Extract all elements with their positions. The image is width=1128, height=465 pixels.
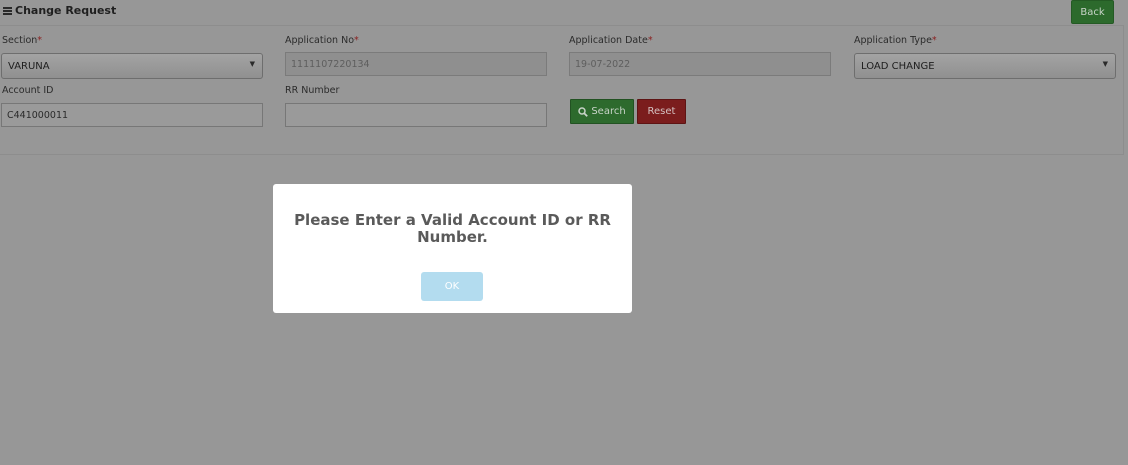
panel-header: Change Request Back <box>0 0 1124 26</box>
application-no-label-text: Application No <box>285 35 355 46</box>
section-select[interactable]: VARUNA ▼ <box>1 53 263 79</box>
menu-icon <box>3 6 12 15</box>
application-date-field[interactable]: 19-07-2022 <box>569 52 831 76</box>
required-marker: * <box>647 35 653 46</box>
section-label: Section* <box>2 35 42 46</box>
required-marker: * <box>37 35 43 46</box>
application-no-field[interactable]: 1111107220134 <box>285 52 547 76</box>
search-form: Section* VARUNA ▼ Application No* 111110… <box>0 26 1124 155</box>
section-select-value: VARUNA <box>8 60 50 72</box>
rr-number-field[interactable] <box>285 103 547 127</box>
application-type-select[interactable]: LOAD CHANGE ▼ <box>854 53 1116 79</box>
search-button-label: Search <box>591 106 626 117</box>
rr-number-label: RR Number <box>285 85 340 96</box>
reset-button[interactable]: Reset <box>637 99 686 124</box>
application-no-label: Application No* <box>285 35 359 46</box>
search-icon <box>578 106 589 117</box>
application-type-select-value: LOAD CHANGE <box>861 60 935 72</box>
application-date-label: Application Date* <box>569 35 653 46</box>
chevron-down-icon: ▼ <box>249 60 255 68</box>
alert-dialog: Please Enter a Valid Account ID or RR Nu… <box>273 184 632 313</box>
application-date-label-text: Application Date <box>569 35 648 46</box>
required-marker: * <box>354 35 359 46</box>
page-title: Change Request <box>3 4 116 17</box>
section-label-text: Section <box>2 35 38 46</box>
account-id-field[interactable]: C441000011 <box>1 103 263 127</box>
chevron-down-icon: ▼ <box>1102 60 1108 68</box>
ok-button[interactable]: OK <box>421 272 483 301</box>
back-button[interactable]: Back <box>1071 0 1114 24</box>
application-type-label: Application Type* <box>854 35 937 46</box>
application-type-label-text: Application Type <box>854 35 932 46</box>
search-button[interactable]: Search <box>570 99 634 124</box>
page: Change Request Back Section* VARUNA ▼ Ap… <box>0 0 1128 465</box>
page-title-text: Change Request <box>15 4 117 17</box>
required-marker: * <box>931 35 937 46</box>
account-id-label: Account ID <box>2 85 54 96</box>
dialog-message: Please Enter a Valid Account ID or RR Nu… <box>294 211 611 246</box>
